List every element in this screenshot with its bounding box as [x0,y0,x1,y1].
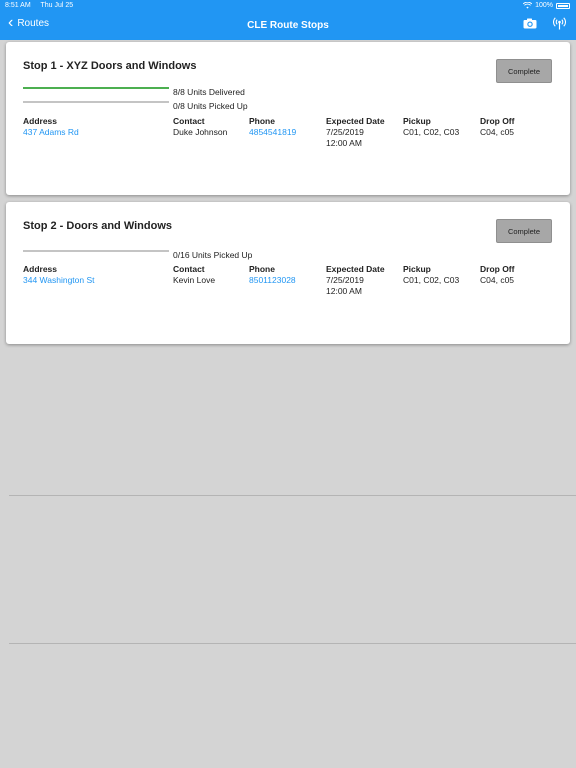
delivered-progress-fill [23,87,169,89]
status-date: Thu Jul 25 [40,2,74,9]
contact-value: Duke Johnson [173,127,228,137]
stop-card: Stop 2 - Doors and Windows Complete 0/16… [6,202,570,344]
page-title: CLE Route Stops [247,20,329,31]
pickup-header: Pickup [403,116,431,126]
status-time: 8:51 AM [5,2,31,9]
contact-header: Contact [173,264,205,274]
battery-icon [556,2,570,9]
phone-link[interactable]: 4854541819 [249,127,296,138]
expected-time-value: 12:00 AM [326,138,362,148]
drop-off-value: C04, c05 [480,127,515,137]
nav-bar: ‹ Routes CLE Route Stops [0,12,576,40]
contact-header: Contact [173,116,205,126]
delivered-label: 8/8 Units Delivered [173,87,245,97]
pickup-value: C01, C02, C03 [403,275,460,285]
stop-title: Stop 1 - XYZ Doors and Windows [23,60,197,72]
address-link[interactable]: 437 Adams Rd [23,127,79,138]
list-divider [9,495,576,496]
drop-off-header: Drop Off [480,116,515,126]
complete-button[interactable]: Complete [496,219,552,243]
camera-icon[interactable] [523,18,537,29]
expected-date-value: 7/25/2019 [326,275,364,285]
complete-button[interactable]: Complete [496,59,552,83]
phone-header: Phone [249,116,275,126]
address-header: Address [23,116,58,126]
picked-label: 0/16 Units Picked Up [173,250,253,260]
expected-time-value: 12:00 AM [326,286,362,296]
battery-percent: 100% [535,2,553,9]
status-bar: 8:51 AM Thu Jul 25 100% [0,0,576,12]
list-divider [9,643,576,644]
stop-title: Stop 2 - Doors and Windows [23,220,173,232]
contact-value: Kevin Love [173,275,216,285]
pickup-value: C01, C02, C03 [403,127,460,137]
phone-link[interactable]: 8501123028 [249,275,296,286]
expected-date-value: 7/25/2019 [326,127,364,137]
address-header: Address [23,264,58,274]
broadcast-icon[interactable] [553,17,566,30]
wifi-icon [523,2,533,9]
expected-date-header: Expected Date [326,264,385,274]
address-link[interactable]: 344 Washington St [23,275,95,286]
expected-date-header: Expected Date [326,116,385,126]
drop-off-value: C04, c05 [480,275,515,285]
picked-progress-bar [23,101,169,103]
stop-card: Stop 1 - XYZ Doors and Windows Complete … [6,42,570,195]
delivered-progress-bar [23,87,169,89]
drop-off-header: Drop Off [480,264,515,274]
picked-label: 0/8 Units Picked Up [173,101,248,111]
picked-progress-bar [23,250,169,252]
pickup-header: Pickup [403,264,431,274]
phone-header: Phone [249,264,275,274]
